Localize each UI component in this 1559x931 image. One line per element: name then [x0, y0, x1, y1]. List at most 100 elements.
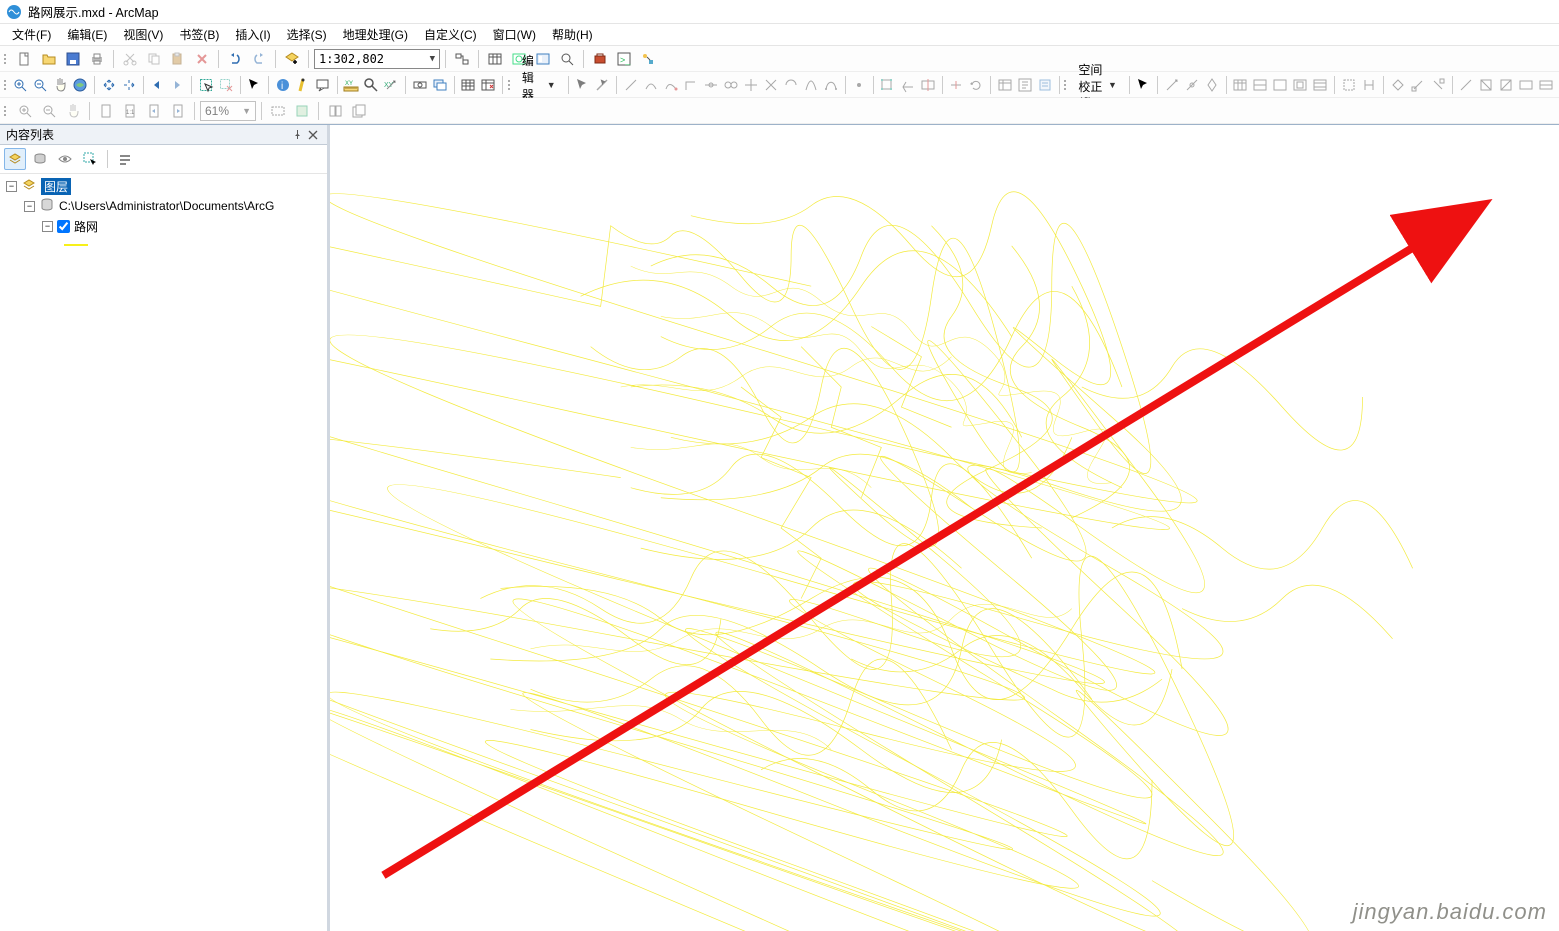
adj-tool-f[interactable]	[1497, 74, 1515, 96]
menu-bookmarks[interactable]: 书签(B)	[171, 24, 227, 45]
toc-dataframe-row[interactable]: − 图层	[0, 176, 327, 196]
zoom-whole-page-button[interactable]	[95, 100, 117, 122]
reshape-feature-button[interactable]	[899, 74, 917, 96]
arctoolbox-button[interactable]	[589, 48, 611, 70]
collapse-icon[interactable]: −	[6, 181, 17, 192]
menu-insert[interactable]: 插入(I)	[227, 24, 278, 45]
zoom-out-button[interactable]	[31, 74, 49, 96]
editor-toolbar-icon[interactable]	[451, 48, 473, 70]
list-by-selection-button[interactable]	[79, 148, 101, 170]
tangent-curve-button[interactable]	[802, 74, 820, 96]
time-slider-tool-button[interactable]	[411, 74, 429, 96]
link-table-button[interactable]	[1231, 74, 1249, 96]
full-extent-button[interactable]	[71, 74, 89, 96]
pan-button[interactable]	[51, 74, 69, 96]
bezier-button[interactable]	[822, 74, 840, 96]
delete-button[interactable]	[191, 48, 213, 70]
rotate-tool-button[interactable]	[967, 74, 985, 96]
table-window-button[interactable]	[484, 48, 506, 70]
end-point-arc-button[interactable]	[642, 74, 660, 96]
toolbar-grip[interactable]	[1064, 75, 1067, 95]
midpoint-button[interactable]	[702, 74, 720, 96]
pin-icon[interactable]	[289, 127, 305, 143]
trace-button[interactable]	[662, 74, 680, 96]
add-data-button[interactable]	[281, 48, 303, 70]
adj-props-2[interactable]	[1271, 74, 1289, 96]
spatial-adjustment-menu-button[interactable]: 空间校正(J) ▼	[1071, 74, 1124, 96]
search-window-button[interactable]	[556, 48, 578, 70]
toolbar-grip[interactable]	[4, 49, 10, 69]
paste-button[interactable]	[167, 48, 189, 70]
menu-selection[interactable]: 选择(S)	[279, 24, 335, 45]
list-by-source-button[interactable]	[29, 148, 51, 170]
sketch-properties-button[interactable]	[1016, 74, 1034, 96]
intersection-button[interactable]	[762, 74, 780, 96]
toc-tree[interactable]: − 图层 − C:\Users\Administrator\Documents\…	[0, 174, 327, 931]
toolbar-grip[interactable]	[4, 75, 7, 95]
fixed-zoom-out-button[interactable]	[120, 74, 138, 96]
menu-geoprocessing[interactable]: 地理处理(G)	[335, 24, 416, 45]
collapse-icon[interactable]: −	[24, 201, 35, 212]
cut-polygons-button[interactable]	[919, 74, 937, 96]
arc-segment-button[interactable]	[782, 74, 800, 96]
adj-tool-e[interactable]	[1477, 74, 1495, 96]
displacement-link-button[interactable]	[1163, 74, 1181, 96]
toolbar-grip[interactable]	[508, 75, 511, 95]
collapse-icon[interactable]: −	[42, 221, 53, 232]
hyperlink-button[interactable]	[294, 74, 312, 96]
adj-preview-button[interactable]	[1340, 74, 1358, 96]
clear-selection-button[interactable]	[217, 74, 235, 96]
menu-customize[interactable]: 自定义(C)	[416, 24, 485, 45]
print-button[interactable]	[86, 48, 108, 70]
identity-link-button[interactable]	[1203, 74, 1221, 96]
fixed-zoom-in-button[interactable]	[100, 74, 118, 96]
go-forward-button[interactable]	[168, 74, 186, 96]
cut-button[interactable]	[119, 48, 141, 70]
layout-zoom-combo[interactable]: 61% ▼	[200, 101, 256, 121]
point-button[interactable]	[850, 74, 868, 96]
copy-button[interactable]	[143, 48, 165, 70]
adj-props-4[interactable]	[1311, 74, 1329, 96]
layout-forward-button[interactable]	[167, 100, 189, 122]
list-by-visibility-button[interactable]	[54, 148, 76, 170]
split-tool-button[interactable]	[947, 74, 965, 96]
find-button[interactable]	[362, 74, 380, 96]
menu-edit[interactable]: 编辑(E)	[59, 24, 115, 45]
python-window-button[interactable]: >_	[613, 48, 635, 70]
save-button[interactable]	[62, 48, 84, 70]
adj-props-3[interactable]	[1291, 74, 1309, 96]
find-route-button[interactable]: XY	[382, 74, 400, 96]
right-angle-button[interactable]	[682, 74, 700, 96]
modified-link-button[interactable]	[1183, 74, 1201, 96]
layout-zoom-in-button[interactable]	[14, 100, 36, 122]
direction-distance-button[interactable]	[742, 74, 760, 96]
adj-select-button[interactable]	[1134, 74, 1152, 96]
toc-geodatabase-row[interactable]: − C:\Users\Administrator\Documents\ArcG	[0, 196, 327, 216]
layer-visibility-checkbox[interactable]	[57, 220, 70, 233]
map-canvas[interactable]: Bai du 经验 jingyan.baidu.com 7 号游戏	[330, 125, 1559, 931]
distance-distance-button[interactable]	[722, 74, 740, 96]
toolbar-grip[interactable]	[4, 101, 10, 121]
edit-tool-button[interactable]	[573, 74, 591, 96]
toc-layer-row[interactable]: − 路网	[0, 216, 327, 236]
map-scale-combo[interactable]: 1:302,802 ▼	[314, 49, 440, 69]
redo-button[interactable]	[248, 48, 270, 70]
editor-menu-button[interactable]: 编辑器(R) ▼	[515, 74, 563, 96]
straight-segment-button[interactable]	[622, 74, 640, 96]
layout-zoom-out-button[interactable]	[38, 100, 60, 122]
zoom-in-button[interactable]	[11, 74, 29, 96]
select-features-button[interactable]	[197, 74, 215, 96]
table-options-button[interactable]	[479, 74, 497, 96]
menu-file[interactable]: 文件(F)	[4, 24, 59, 45]
adj-tool-c[interactable]	[1429, 74, 1447, 96]
select-elements-button[interactable]	[245, 74, 263, 96]
toggle-draft-button[interactable]	[267, 100, 289, 122]
open-button[interactable]	[38, 48, 60, 70]
measure-button[interactable]: XY	[342, 74, 360, 96]
new-doc-button[interactable]	[14, 48, 36, 70]
toc-options-button[interactable]	[114, 148, 136, 170]
adj-tool-g[interactable]	[1517, 74, 1535, 96]
edit-annotation-button[interactable]	[593, 74, 611, 96]
menu-view[interactable]: 视图(V)	[115, 24, 171, 45]
adj-props-1[interactable]	[1251, 74, 1269, 96]
